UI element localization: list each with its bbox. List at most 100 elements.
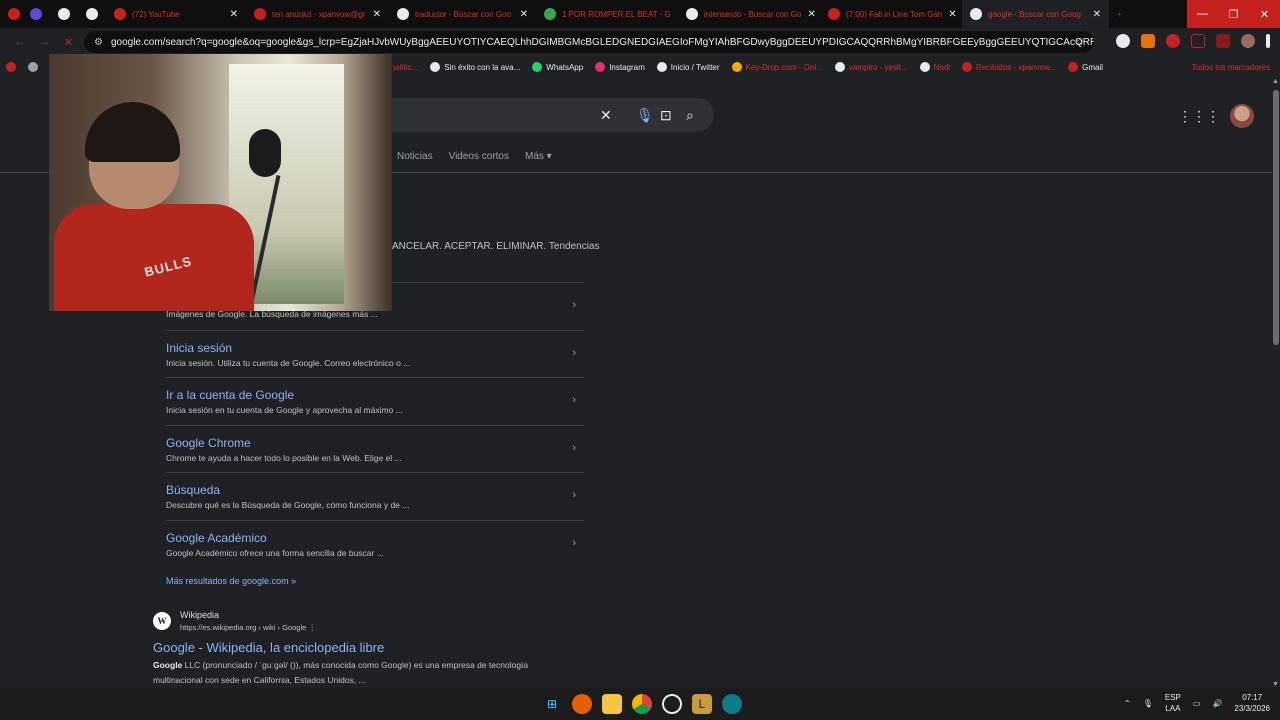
reload-icon[interactable]: ✕ [64, 36, 73, 49]
scrollbar-thumb[interactable] [1273, 90, 1279, 345]
extension-icon[interactable] [1191, 34, 1205, 48]
scrollbar[interactable]: ▲ ▼ [1272, 78, 1280, 688]
close-window-button[interactable]: ✕ [1249, 0, 1280, 28]
extension-icon[interactable] [1141, 34, 1155, 48]
new-tab-button[interactable]: + [1109, 0, 1130, 28]
bookmark-item[interactable]: Instagram [589, 62, 651, 72]
minimize-button[interactable]: — [1187, 0, 1218, 28]
sitelink-item[interactable]: Google Académico Google Académico ofrece … [166, 519, 584, 568]
obs-icon[interactable] [662, 694, 682, 714]
maximize-button[interactable]: ❐ [1218, 0, 1249, 28]
language-code: ESP [1164, 693, 1181, 702]
bookmark-label: Recibidos - xpanvow... [976, 62, 1057, 72]
clock[interactable]: 07:17 23/3/2026 [1234, 692, 1270, 714]
sitelink-desc: Inicia sesión en tu cuenta de Google y a… [166, 405, 403, 415]
sitelink-title[interactable]: Google Chrome [166, 436, 584, 450]
tab-favicon-icon [686, 8, 698, 20]
browser-tab[interactable]: google - Buscar con Goog ✕ [962, 0, 1109, 28]
avatar[interactable] [1230, 104, 1254, 128]
sitelink-item[interactable]: Inicia sesión Inicia sesión. Utiliza tu c… [166, 329, 584, 378]
clear-icon[interactable]: ✕ [600, 107, 612, 124]
all-bookmarks[interactable]: Todos los marcadores [1192, 63, 1270, 72]
apps-grid-icon[interactable]: ⋮⋮⋮ [1178, 108, 1220, 125]
sitelinks: › Inicia sesión Inicia sesión. Utiliza tu … [166, 282, 584, 567]
bookmark-star-icon[interactable]: ☆ [1075, 37, 1084, 48]
wikipedia-logo-icon: W [153, 612, 171, 630]
bookmark-item[interactable]: Inicio / Twitter [651, 62, 726, 72]
search-icon[interactable]: ⌕ [686, 107, 694, 124]
bookmark-item[interactable]: WhatsApp [526, 62, 589, 72]
chevron-right-icon: › [572, 441, 576, 454]
menu-icon[interactable] [1266, 34, 1270, 48]
forward-icon[interactable]: → [39, 36, 50, 49]
windows-start-icon[interactable]: ⊞ [542, 694, 562, 714]
bookmark-item[interactable]: Nodi [914, 62, 956, 72]
tab-strip: (72) YouTube ✕ ten anunkd - xpanvow@gr ✕ tra… [0, 0, 1280, 28]
volume-icon[interactable]: 🔊 [1212, 699, 1222, 708]
tab-close-icon[interactable]: ✕ [520, 9, 528, 20]
tab-close-icon[interactable]: ✕ [1093, 9, 1101, 20]
network-icon[interactable]: ▭ [1193, 699, 1201, 708]
more-options-icon[interactable]: ⋮ [308, 623, 316, 632]
address-bar[interactable]: ⚙ google.com/search?q=google&oq=google&g… [84, 31, 1094, 53]
sitelink-item[interactable]: Google Chrome Chrome te ayuda a hacer tod… [166, 424, 584, 473]
browser-tab[interactable]: (72) YouTube ✕ [106, 0, 246, 28]
browser-tab[interactable] [78, 0, 106, 28]
browser-tab[interactable]: traductor - Buscar con Goo ✕ [389, 0, 536, 28]
tab-close-icon[interactable]: ✕ [807, 9, 815, 20]
site-info-icon[interactable]: ⚙ [94, 37, 103, 48]
browser-tab[interactable]: 1 POR ROMPER EL BEAT - G✕ [536, 0, 678, 28]
browser-tab[interactable]: ten anunkd - xpanvow@gr ✕ [246, 0, 389, 28]
bookmark-item[interactable]: Sin éxito con la ava... [424, 62, 526, 72]
bookmark-item[interactable]: Key-Drop.com - Onl... [726, 62, 829, 72]
lens-icon[interactable]: ⊡ [660, 107, 672, 124]
bookmark-item[interactable]: vampiro - yesit... [829, 62, 914, 72]
extension-icon[interactable] [1166, 34, 1180, 48]
result-title-link[interactable]: Google - Wikipedia, la enciclopedia libr… [153, 640, 384, 655]
tab-videos-cortos[interactable]: Videos cortos [449, 151, 509, 162]
tab-favicon-icon [544, 8, 556, 20]
tab-close-icon[interactable]: ✕ [373, 9, 381, 20]
tab-label: (72) YouTube [132, 9, 180, 19]
game-app-icon[interactable] [722, 694, 742, 714]
microphone-tray-icon[interactable]: 🎙 [1143, 699, 1153, 708]
file-explorer-icon[interactable] [602, 694, 622, 714]
sitelink-item[interactable]: Búsqueda Descubre qué es la Búsqueda de G… [166, 472, 584, 520]
mic-icon[interactable]: 🎙 [636, 107, 654, 124]
profile-icon[interactable] [1241, 34, 1255, 48]
extension-icon[interactable] [1116, 34, 1130, 48]
browser-tab[interactable] [0, 0, 22, 28]
sitelink-title[interactable]: Búsqueda [166, 483, 584, 497]
sitelink-title[interactable]: Inicia sesión [166, 341, 584, 355]
browser-tab[interactable]: (7:00) Fall in Line Tom Gan ✕ [820, 0, 962, 28]
browser-tab[interactable] [50, 0, 78, 28]
scroll-up-icon[interactable]: ▲ [1272, 78, 1279, 85]
sitelink-title[interactable]: Ir a la cuenta de Google [166, 388, 584, 402]
bookmark-label: Key-Drop.com - Onl... [745, 62, 823, 72]
language-indicator[interactable]: ESP LAA [1165, 692, 1181, 714]
more-results-link[interactable]: Más resultados de google.com » [166, 576, 296, 586]
tab-mas[interactable]: Más ▾ [525, 151, 552, 162]
scroll-down-icon[interactable]: ▼ [1272, 681, 1279, 688]
league-icon[interactable]: L [692, 694, 712, 714]
chrome-icon[interactable] [632, 694, 652, 714]
sitelink-item[interactable]: Ir a la cuenta de Google Inicia sesión en… [166, 377, 584, 425]
download-icon[interactable] [1216, 34, 1230, 48]
browser-tab[interactable]: intentando - Buscar con Go ✕ [678, 0, 820, 28]
tab-label: intentando - Buscar con Go [704, 9, 802, 19]
clock-date: 23/3/2026 [1234, 704, 1270, 713]
browser-tab[interactable] [22, 0, 50, 28]
tab-noticias[interactable]: Noticias [397, 151, 433, 162]
bookmark-item[interactable]: Recibidos - xpanvow... [956, 62, 1062, 72]
tab-close-icon[interactable]: ✕ [948, 9, 956, 20]
chevron-up-icon[interactable]: ⌃ [1124, 699, 1131, 708]
bookmark-item[interactable] [0, 62, 22, 72]
bookmark-item[interactable] [22, 62, 44, 72]
firefox-icon[interactable] [572, 694, 592, 714]
result-url: https://es.wikipedia.org › wiki › Google… [180, 623, 316, 632]
sitelink-title[interactable]: Google Académico [166, 531, 584, 545]
tab-close-icon[interactable]: ✕ [230, 9, 238, 20]
back-icon[interactable]: ← [14, 36, 25, 49]
bookmark-item[interactable]: Gmail [1062, 62, 1109, 72]
search-box[interactable]: ✕ 🎙 ⊡ ⌕ [392, 98, 714, 132]
